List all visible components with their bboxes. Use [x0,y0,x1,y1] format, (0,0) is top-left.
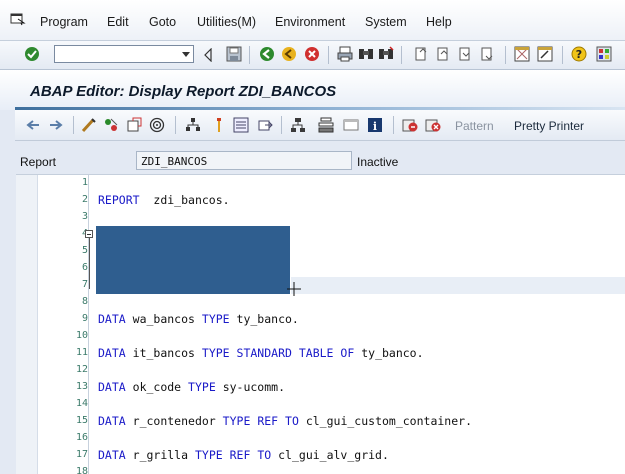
line-number: 7 [81,279,88,290]
line-number: 5 [81,245,88,256]
pattern-button[interactable]: Pattern [455,119,494,133]
cancel-icon[interactable] [304,46,320,62]
system-toolbar: ? [0,41,625,70]
menu-help[interactable]: Help [426,15,452,29]
where-used-icon[interactable] [185,117,201,133]
menu-system[interactable]: System [365,15,407,29]
activate-icon[interactable] [149,117,165,133]
collapse-left-icon[interactable] [203,47,219,63]
code-line[interactable]: 12 [16,362,625,379]
code-line[interactable]: 16 [16,430,625,447]
exit-icon[interactable] [281,46,297,62]
line-number: 8 [81,296,88,307]
code-text: DATA r_grilla TYPE REF TO cl_gui_alv_gri… [98,448,389,462]
line-number: 16 [75,432,88,443]
code-text: DATA ok_code TYPE sy-ucomm. [98,380,285,394]
menu-goto[interactable]: Goto [149,15,176,29]
menu-edit[interactable]: Edit [107,15,129,29]
code-line[interactable]: 2 REPORT zdi_bancos. [16,192,625,209]
svg-text:i: i [373,120,377,133]
back-nav-icon[interactable] [259,46,275,62]
display-change-icon[interactable] [81,117,97,133]
code-text: DATA wa_bancos TYPE ty_banco. [98,312,299,326]
command-field[interactable] [54,45,194,63]
menu-program[interactable]: Program [40,15,88,29]
code-line[interactable]: 11 DATA it_bancos TYPE STANDARD TABLE OF … [16,345,625,362]
pretty-printer-button[interactable]: Pretty Printer [514,119,584,133]
report-label: Report [20,155,57,169]
status-text: Inactive [357,155,399,169]
code-text: REPORT zdi_bancos. [98,193,230,207]
pattern-insert-icon[interactable] [402,117,418,133]
navigation-window-icon[interactable] [257,117,273,133]
enter-icon[interactable] [24,46,40,62]
print-icon[interactable] [337,46,353,62]
customize-layout-icon[interactable] [596,46,612,62]
svg-text:?: ? [576,48,582,61]
report-name-field: ZDI_BANCOS [136,151,352,170]
line-number: 9 [81,313,88,324]
hierarchy-icon[interactable] [290,117,306,133]
application-toolbar: i Pattern Pretty Printer [15,110,625,141]
new-session-icon[interactable] [514,46,530,62]
system-menu-icon[interactable] [10,12,26,26]
code-text: DATA it_bancos TYPE STANDARD TABLE OF ty… [98,346,424,360]
pattern-delete-icon[interactable] [425,117,441,133]
line-number: 11 [75,347,88,358]
code-line[interactable]: 9 DATA wa_bancos TYPE ty_banco. [16,311,625,328]
code-line[interactable]: 14 [16,396,625,413]
line-number: 6 [81,262,88,273]
line-number: 4 [38,228,88,239]
page-title: ABAP Editor: Display Report ZDI_BANCOS [30,83,337,100]
fold-line [89,238,90,289]
line-number: 2 [81,194,88,205]
line-number: 3 [81,211,88,222]
title-bar: ABAP Editor: Display Report ZDI_BANCOS [0,70,625,110]
object-list-icon[interactable] [233,117,249,133]
code-line[interactable]: 13 DATA ok_code TYPE sy-ucomm. [16,379,625,396]
breakpoint-icon[interactable] [211,117,227,133]
code-line[interactable]: 8 [16,294,625,311]
line-number: 12 [75,364,88,375]
line-number: 1 [81,177,88,188]
check-icon[interactable] [127,117,143,133]
shortcut-icon[interactable] [537,46,553,62]
code-text: DATA r_contenedor TYPE REF TO cl_gui_cus… [98,414,472,428]
crosshair-cursor-icon [286,281,302,301]
selection-highlight [96,226,290,294]
next-page-icon[interactable] [458,46,474,62]
last-page-icon[interactable] [480,46,496,62]
code-line[interactable]: 17 DATA r_grilla TYPE REF TO cl_gui_alv_g… [16,447,625,464]
first-page-icon[interactable] [414,46,430,62]
line-number: 10 [75,330,88,341]
code-line[interactable]: 10 [16,328,625,345]
fullscreen-icon[interactable] [343,117,359,133]
find-icon[interactable] [358,46,374,62]
menu-utilities[interactable]: Utilities(M) [197,15,256,29]
code-editor[interactable]: 12REPORT zdi_bancos.34TYPES: BEGIN OF ty… [16,174,625,474]
save-icon[interactable] [226,46,242,62]
report-row: Report ZDI_BANCOS Inactive [0,148,625,174]
arrow-right-icon[interactable] [48,117,64,133]
line-number: 13 [75,381,88,392]
find-next-icon[interactable] [378,46,394,62]
stack-icon[interactable] [318,117,334,133]
code-line[interactable]: 15 DATA r_contenedor TYPE REF TO cl_gui_c… [16,413,625,430]
chevron-down-icon[interactable] [182,52,190,57]
help-icon[interactable]: ? [571,46,587,62]
fold-toggle-icon[interactable] [85,230,93,238]
info-icon[interactable]: i [367,117,383,133]
code-line[interactable]: 1 [16,175,625,192]
code-line[interactable]: 3 [16,209,625,226]
menu-environment[interactable]: Environment [275,15,345,29]
line-number: 14 [75,398,88,409]
menu-bar: Program Edit Goto Utilities(M) Environme… [0,0,625,41]
line-number: 15 [75,415,88,426]
arrow-left-icon[interactable] [25,117,41,133]
prev-page-icon[interactable] [436,46,452,62]
line-number: 17 [75,449,88,460]
active-inactive-icon[interactable] [103,117,119,133]
